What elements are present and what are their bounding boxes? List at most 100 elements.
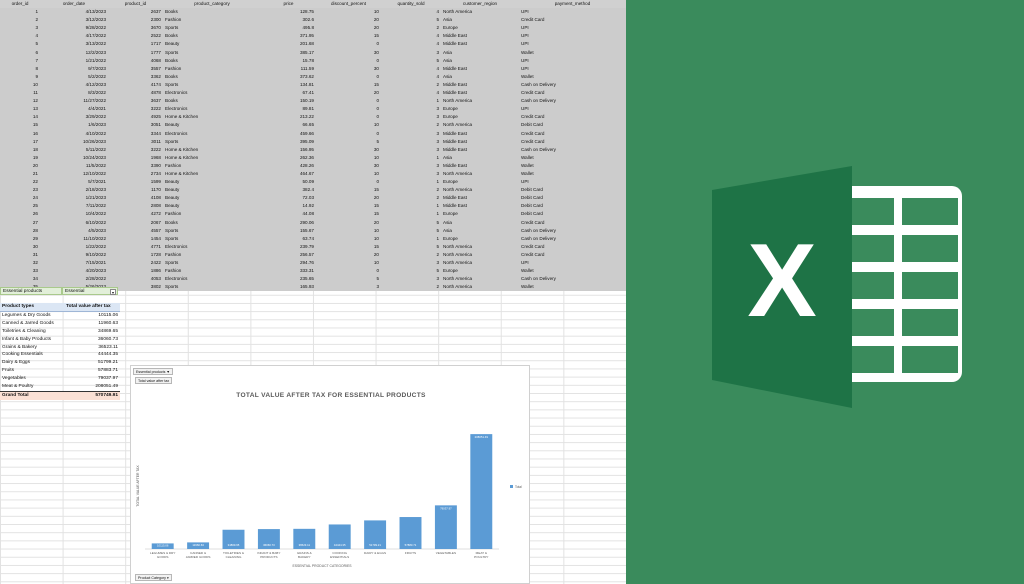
table-cell[interactable]: Credit Card (519, 251, 626, 259)
table-cell[interactable]: 4 (381, 89, 441, 97)
table-cell[interactable]: UPI (519, 32, 626, 40)
table-cell[interactable]: Fashion (163, 16, 261, 24)
table-cell[interactable]: Middle East (441, 202, 519, 210)
table-cell[interactable]: 20 (316, 16, 381, 24)
table-cell[interactable]: 0 (316, 97, 381, 105)
chart-filter-field-button[interactable]: Essential products ▼ (133, 368, 173, 375)
table-cell[interactable]: 5/11/2022 (40, 146, 108, 154)
table-cell[interactable]: 128.75 (261, 8, 316, 16)
table-cell[interactable]: 3011 (108, 138, 163, 146)
table-cell[interactable]: Europe (441, 178, 519, 186)
table-cell[interactable]: 4557 (108, 227, 163, 235)
table-cell[interactable]: 4925 (108, 113, 163, 121)
table-cell[interactable]: Credit Card (519, 138, 626, 146)
table-cell[interactable]: Wallet (519, 73, 626, 81)
table-cell[interactable]: 2 (381, 194, 441, 202)
table-cell[interactable]: 72.03 (261, 194, 316, 202)
table-cell[interactable]: 2 (381, 24, 441, 32)
table-cell[interactable]: 10 (316, 227, 381, 235)
table-cell[interactable]: 3222 (108, 105, 163, 113)
table-cell[interactable]: 2422 (108, 259, 163, 267)
table-cell[interactable]: 9/28/2022 (40, 24, 108, 32)
table-cell[interactable]: 2522 (108, 32, 163, 40)
pivot-row-label[interactable]: Vegetables (0, 375, 64, 383)
pivot-row-label[interactable]: Fruits (0, 367, 64, 375)
table-cell[interactable]: 1886 (108, 267, 163, 275)
filter-value[interactable]: Essential ▾ (62, 287, 118, 295)
table-cell[interactable]: Cash on Delivery (519, 146, 626, 154)
table-cell[interactable]: Books (163, 32, 261, 40)
table-cell[interactable]: North America (441, 243, 519, 251)
table-cell[interactable]: 4878 (108, 89, 163, 97)
table-cell[interactable]: 4/10/2022 (40, 130, 108, 138)
table-cell[interactable]: 2 (381, 283, 441, 291)
table-cell[interactable]: 0 (316, 130, 381, 138)
table-cell[interactable]: 31 (0, 251, 40, 259)
table-cell[interactable]: Middle East (441, 146, 519, 154)
table-cell[interactable]: Books (163, 97, 261, 105)
table-cell[interactable]: Middle East (441, 89, 519, 97)
column-header[interactable]: customer_region (441, 0, 519, 8)
chart-axis-field-button[interactable]: Product Category ▾ (135, 574, 172, 581)
table-cell[interactable]: Sports (163, 24, 261, 32)
table-cell[interactable]: 459.66 (261, 130, 316, 138)
table-cell[interactable]: 150.19 (261, 97, 316, 105)
table-cell[interactable]: 30 (0, 243, 40, 251)
table-cell[interactable]: 4174 (108, 81, 163, 89)
pivot-header-value[interactable]: Total value after tax (64, 303, 120, 312)
table-cell[interactable]: 11 (0, 89, 40, 97)
table-cell[interactable]: 66.65 (261, 121, 316, 129)
table-cell[interactable]: 10 (316, 170, 381, 178)
table-cell[interactable]: 3/13/2022 (40, 40, 108, 48)
table-cell[interactable]: Electronics (163, 89, 261, 97)
table-cell[interactable]: 3 (381, 113, 441, 121)
table-cell[interactable]: 7/15/2021 (40, 259, 108, 267)
table-cell[interactable]: Sports (163, 227, 261, 235)
table-cell[interactable]: 5 (316, 275, 381, 283)
table-cell[interactable]: North America (441, 97, 519, 105)
table-cell[interactable]: 12/10/2022 (40, 170, 108, 178)
column-header[interactable]: order_id (0, 0, 40, 8)
table-cell[interactable]: UPI (519, 57, 626, 65)
table-cell[interactable]: 4771 (108, 243, 163, 251)
table-cell[interactable]: 9/7/2023 (40, 65, 108, 73)
table-cell[interactable]: Europe (441, 105, 519, 113)
table-cell[interactable]: 4 (381, 73, 441, 81)
table-cell[interactable]: 4 (381, 8, 441, 16)
table-cell[interactable]: 256.57 (261, 251, 316, 259)
table-cell[interactable]: Cash on Delivery (519, 275, 626, 283)
table-cell[interactable]: 382.4 (261, 186, 316, 194)
table-cell[interactable]: Europe (441, 24, 519, 32)
table-cell[interactable]: 1968 (108, 154, 163, 162)
pivot-row-value[interactable]: 51799.21 (64, 359, 120, 367)
table-cell[interactable]: 4 (381, 40, 441, 48)
table-cell[interactable]: 30 (316, 162, 381, 170)
table-cell[interactable]: 4 (381, 32, 441, 40)
pivot-row-value[interactable]: 36060.73 (64, 336, 120, 344)
table-cell[interactable]: 1 (381, 97, 441, 105)
pivot-row-label[interactable]: Cooking Essentials (0, 351, 64, 359)
table-cell[interactable]: 3557 (108, 65, 163, 73)
table-cell[interactable]: North America (441, 251, 519, 259)
table-cell[interactable]: 63.74 (261, 235, 316, 243)
table-cell[interactable]: 0 (316, 105, 381, 113)
table-cell[interactable]: UPI (519, 105, 626, 113)
table-cell[interactable]: Middle East (441, 194, 519, 202)
table-cell[interactable]: 290.06 (261, 219, 316, 227)
table-cell[interactable]: 67.41 (261, 89, 316, 97)
table-cell[interactable]: Credit Card (519, 89, 626, 97)
spreadsheet-area[interactable]: order_id order_date product_id product_cate… (0, 0, 626, 584)
table-cell[interactable]: 3362 (108, 73, 163, 81)
table-cell[interactable]: 10 (316, 121, 381, 129)
table-cell[interactable]: Cash on Delivery (519, 227, 626, 235)
table-cell[interactable]: 1/21/2023 (40, 194, 108, 202)
table-cell[interactable]: Asia (441, 16, 519, 24)
table-cell[interactable]: 1/6/2023 (40, 121, 108, 129)
table-cell[interactable]: 239.79 (261, 243, 316, 251)
table-cell[interactable]: 44.08 (261, 210, 316, 218)
table-cell[interactable]: 1 (381, 235, 441, 243)
table-cell[interactable]: 165.93 (261, 283, 316, 291)
column-header[interactable]: price (261, 0, 316, 8)
table-cell[interactable]: 1 (381, 154, 441, 162)
table-cell[interactable]: 1 (381, 178, 441, 186)
